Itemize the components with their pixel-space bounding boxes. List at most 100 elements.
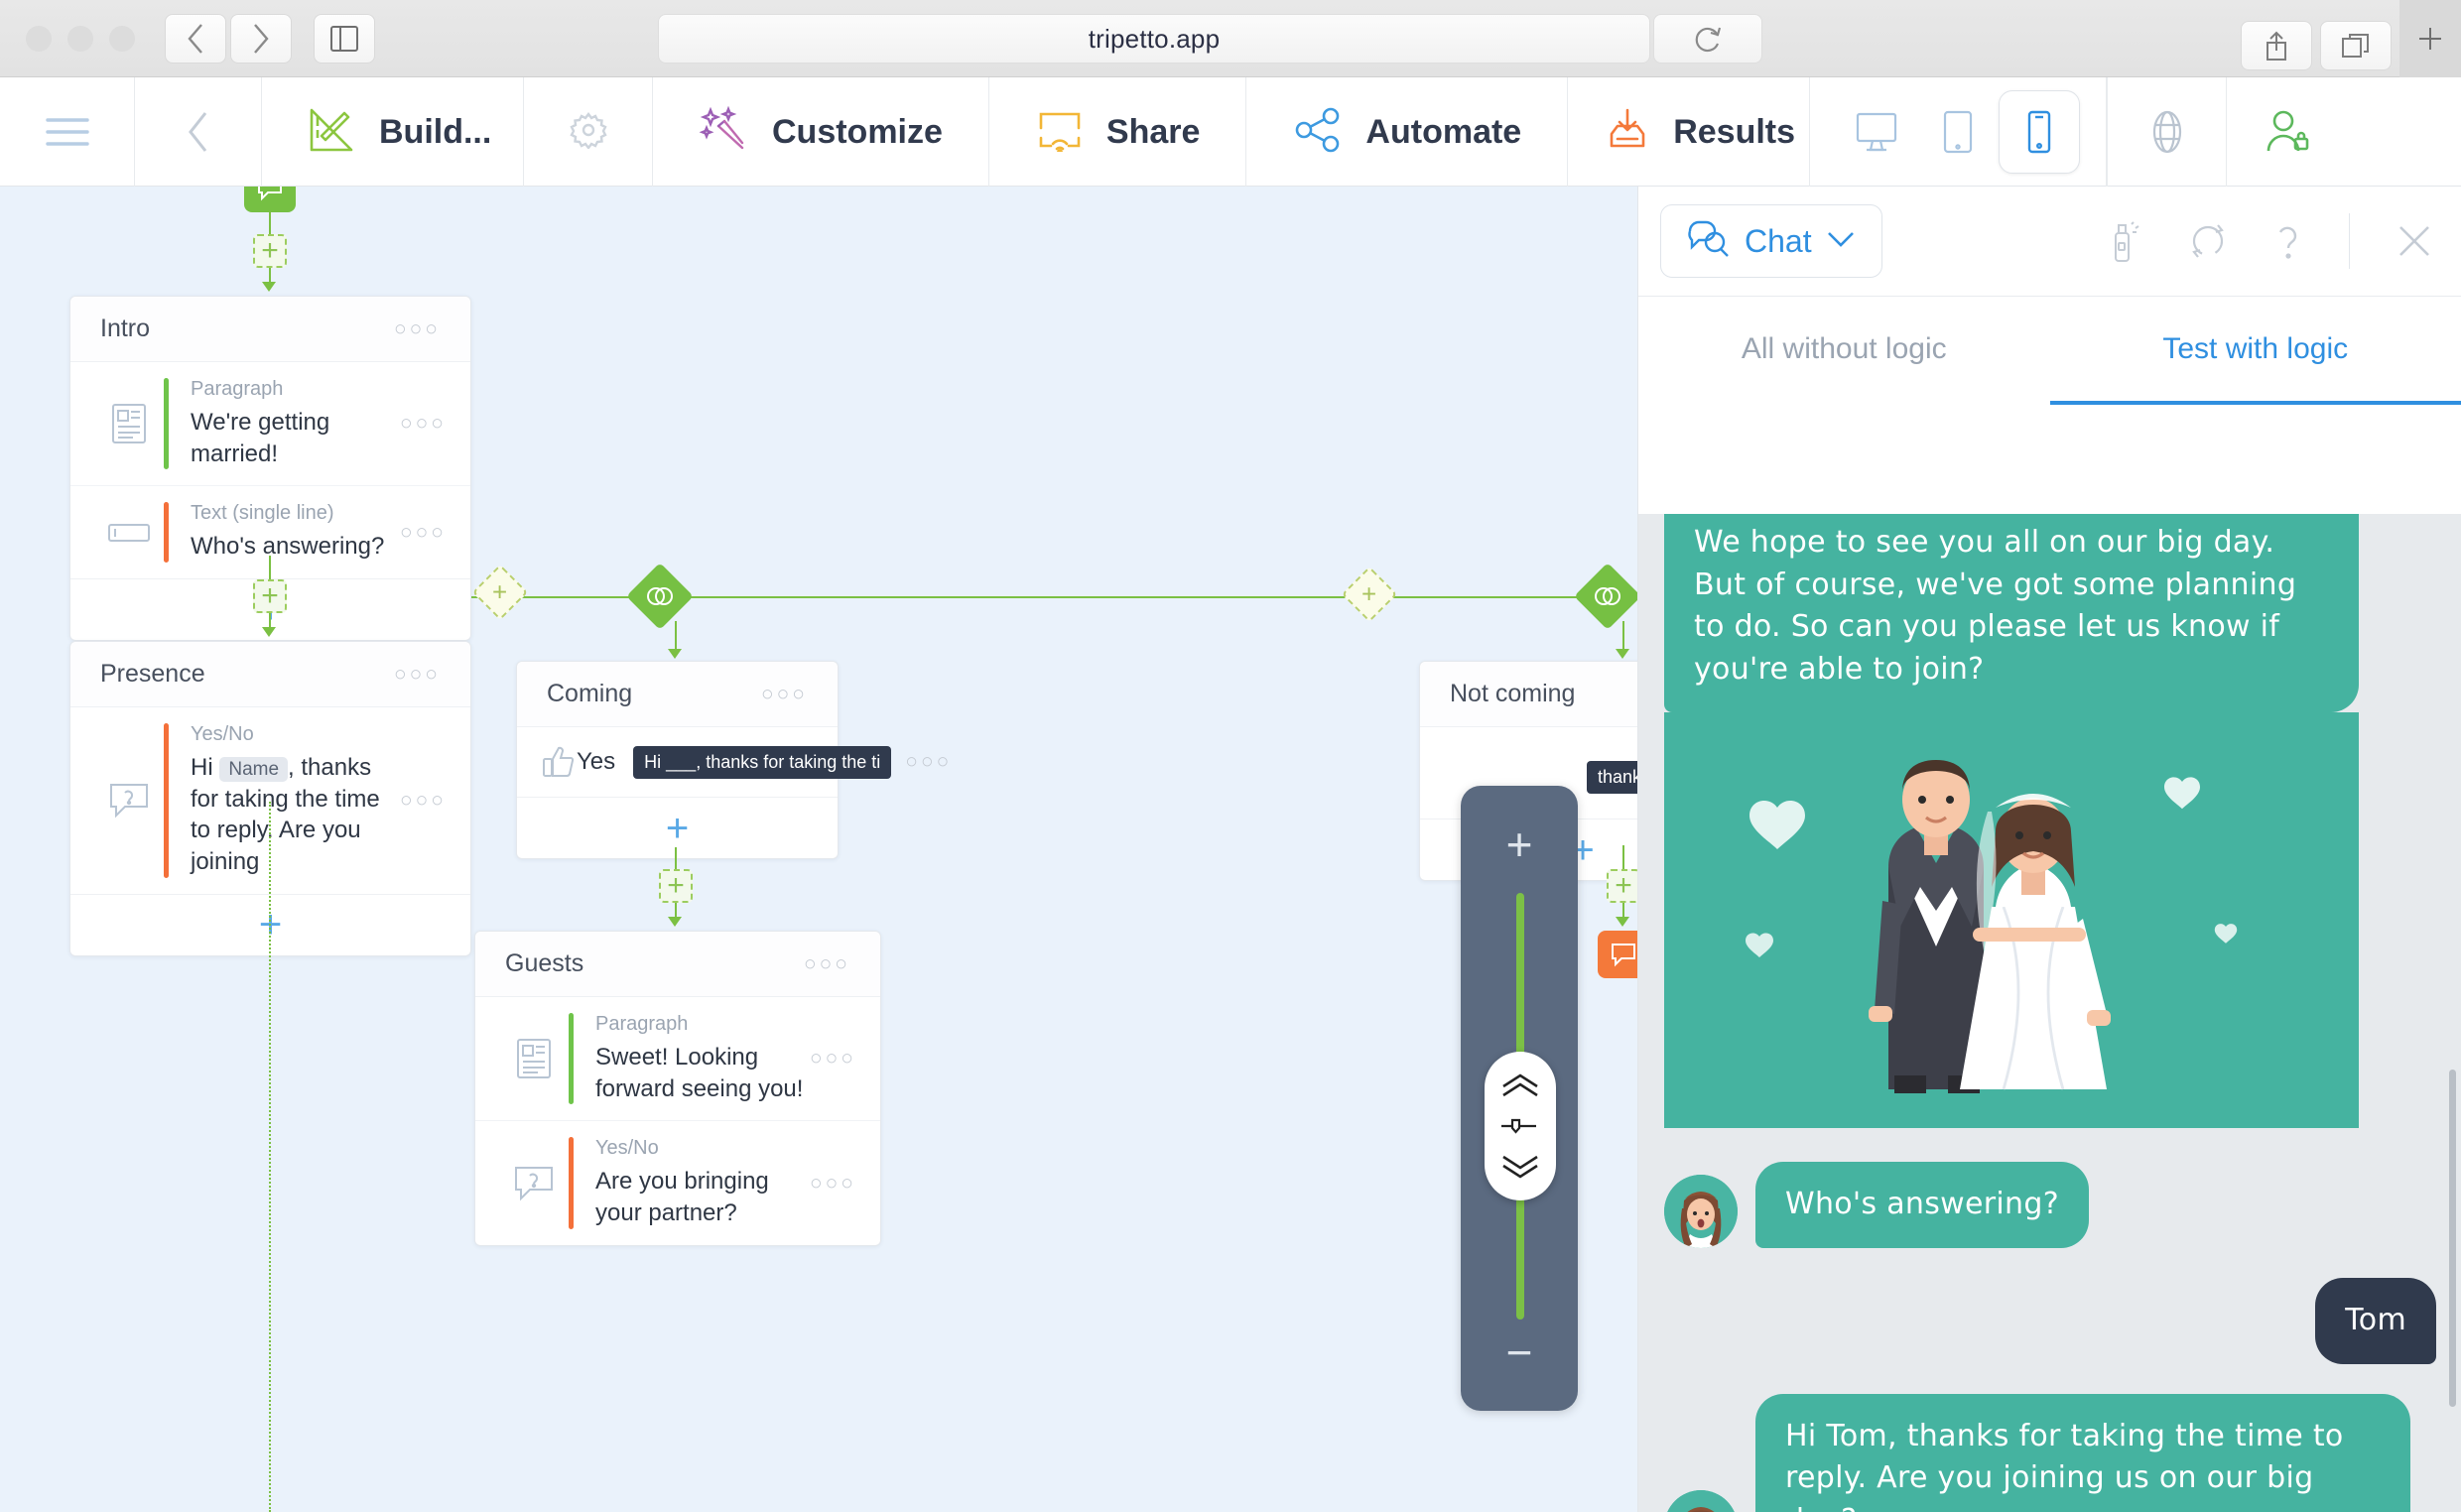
chat-bubble-text: We hope to see you all on our big day. B… bbox=[1664, 514, 2359, 712]
chat-message-list[interactable]: We hope to see you all on our big day. B… bbox=[1638, 514, 2461, 1512]
row-accent bbox=[569, 1013, 574, 1104]
spray-can-icon[interactable] bbox=[2109, 219, 2142, 263]
block-header[interactable]: Presence ○○○ bbox=[70, 642, 470, 707]
magic-wand-icon bbox=[699, 106, 750, 159]
block-header[interactable]: Guests ○○○ bbox=[475, 932, 880, 997]
block-menu-button[interactable]: ○○○ bbox=[804, 952, 850, 976]
new-tab-button[interactable] bbox=[2399, 0, 2461, 77]
block-header[interactable]: Not coming bbox=[1420, 662, 1637, 727]
chat-mode-selector[interactable]: Chat bbox=[1660, 204, 1882, 278]
flow-canvas[interactable]: + Intro ○○○ Paragraph We're getting marr… bbox=[0, 187, 1637, 1512]
zoom-out-button[interactable]: − bbox=[1461, 1329, 1578, 1375]
reload-button[interactable] bbox=[1653, 14, 1762, 63]
block-title: Coming bbox=[547, 680, 761, 708]
add-branch-button-2[interactable]: + bbox=[1342, 567, 1398, 623]
block-header[interactable]: Coming ○○○ bbox=[517, 662, 838, 727]
row-type: Paragraph bbox=[191, 378, 400, 401]
row-menu-button[interactable]: ○○○ bbox=[905, 750, 952, 774]
add-row-button[interactable]: + bbox=[517, 797, 838, 858]
block-title: Intro bbox=[100, 315, 394, 343]
device-tablet-button[interactable] bbox=[1917, 77, 1999, 187]
flow-start-node[interactable] bbox=[244, 187, 296, 212]
account-button[interactable] bbox=[2226, 77, 2345, 187]
row-menu-button[interactable]: ○○○ bbox=[400, 521, 447, 545]
block-title: Not coming bbox=[1450, 680, 1637, 708]
tab-results[interactable]: Results bbox=[1568, 77, 1810, 187]
row-menu-button[interactable]: ○○○ bbox=[810, 1047, 856, 1071]
tab-automate[interactable]: Automate bbox=[1246, 77, 1568, 187]
tab-share[interactable]: Share bbox=[989, 77, 1247, 187]
tab-all-without-logic[interactable]: All without logic bbox=[1638, 297, 2050, 405]
block-menu-button[interactable]: ○○○ bbox=[761, 683, 808, 706]
connector-arrow bbox=[1616, 917, 1629, 927]
tab-build[interactable]: Build... bbox=[262, 77, 653, 187]
add-block-button[interactable]: + bbox=[659, 869, 693, 903]
device-phone-button[interactable] bbox=[1999, 90, 2080, 174]
branch-diamond-not-coming[interactable] bbox=[1574, 563, 1637, 630]
sidebar-toggle-button[interactable] bbox=[314, 14, 375, 63]
chat-scrollbar[interactable] bbox=[2449, 1070, 2456, 1407]
zoom-slider-handle[interactable] bbox=[1485, 1052, 1556, 1200]
gear-icon bbox=[570, 111, 607, 154]
chat-message: Hi Tom, thanks for taking the time to re… bbox=[1664, 1394, 2436, 1512]
row-accent bbox=[164, 723, 169, 878]
tab-customize[interactable]: Customize bbox=[653, 77, 989, 187]
tab-customize-label: Customize bbox=[772, 113, 943, 152]
browser-share-button[interactable] bbox=[2241, 21, 2312, 70]
chat-bubble-icon bbox=[1687, 220, 1731, 263]
row-menu-button[interactable]: ○○○ bbox=[400, 789, 447, 813]
canvas-zoom-slider[interactable]: + − bbox=[1461, 786, 1578, 1411]
block-coming[interactable]: Coming ○○○ Yes Hi ___, thanks for taking… bbox=[516, 661, 839, 859]
add-branch-button[interactable]: + bbox=[472, 565, 529, 621]
tab-share-label: Share bbox=[1106, 113, 1201, 152]
close-icon[interactable] bbox=[2396, 222, 2433, 260]
block-header[interactable]: Intro ○○○ bbox=[70, 297, 470, 362]
add-block-button[interactable]: + bbox=[1607, 869, 1637, 903]
user-lock-icon bbox=[2263, 109, 2310, 155]
block-row[interactable]: Paragraph Sweet! Looking forward seeing … bbox=[475, 997, 880, 1120]
flow-end-node[interactable] bbox=[1598, 931, 1637, 978]
block-menu-button[interactable]: ○○○ bbox=[394, 663, 441, 687]
close-window-button[interactable] bbox=[26, 26, 52, 52]
block-guests[interactable]: Guests ○○○ Paragraph Sweet! Looking forw… bbox=[474, 931, 881, 1246]
add-block-button[interactable]: + bbox=[253, 234, 287, 268]
block-row[interactable]: Paragraph We're getting married! ○○○ bbox=[70, 362, 470, 485]
row-value-prefix: Hi bbox=[191, 754, 213, 781]
row-accent bbox=[164, 378, 169, 469]
row-menu-button[interactable]: ○○○ bbox=[400, 412, 447, 436]
branch-diamond-icon bbox=[1593, 585, 1622, 607]
connector-dotted bbox=[269, 802, 271, 1512]
device-desktop-button[interactable] bbox=[1836, 77, 1917, 187]
browser-back-button[interactable] bbox=[165, 14, 226, 63]
browser-tabs-button[interactable] bbox=[2320, 21, 2392, 70]
branch-diamond-coming[interactable] bbox=[626, 563, 694, 630]
build-settings-button[interactable] bbox=[523, 77, 652, 187]
row-menu-button[interactable]: ○○○ bbox=[810, 1172, 856, 1196]
chat-bubble-text: Who's answering? bbox=[1755, 1162, 2089, 1248]
maximize-window-button[interactable] bbox=[109, 26, 135, 52]
row-type: Yes/No bbox=[191, 723, 400, 746]
row-type: Paragraph bbox=[595, 1013, 810, 1036]
connector bbox=[269, 212, 271, 234]
window-traffic-lights[interactable] bbox=[0, 26, 135, 52]
question-mark-icon[interactable] bbox=[2273, 219, 2303, 263]
ruler-pencil-icon bbox=[306, 104, 357, 161]
browser-forward-button[interactable] bbox=[230, 14, 292, 63]
block-row[interactable]: Yes/No Are you bringing your partner? ○○… bbox=[475, 1120, 880, 1244]
block-menu-button[interactable]: ○○○ bbox=[394, 317, 441, 341]
main-menu-button[interactable] bbox=[0, 77, 135, 187]
zoom-in-button[interactable]: + bbox=[1461, 821, 1578, 867]
toolbar-back-button[interactable] bbox=[135, 77, 262, 187]
url-bar[interactable]: tripetto.app bbox=[658, 14, 1650, 63]
row-type: Text (single line) bbox=[191, 502, 400, 525]
preview-panel: Chat bbox=[1637, 187, 2461, 1512]
refresh-icon[interactable] bbox=[2188, 221, 2228, 261]
add-block-button[interactable]: + bbox=[253, 579, 287, 613]
row-value: We're getting married! bbox=[191, 407, 400, 469]
help-button[interactable] bbox=[2107, 77, 2226, 187]
tab-test-with-logic[interactable]: Test with logic bbox=[2050, 297, 2461, 405]
text-field-icon bbox=[94, 521, 164, 545]
block-row[interactable]: Yes Hi ___, thanks for taking the ti ○○○ bbox=[517, 727, 838, 797]
minimize-window-button[interactable] bbox=[67, 26, 93, 52]
connector bbox=[1622, 621, 1624, 651]
